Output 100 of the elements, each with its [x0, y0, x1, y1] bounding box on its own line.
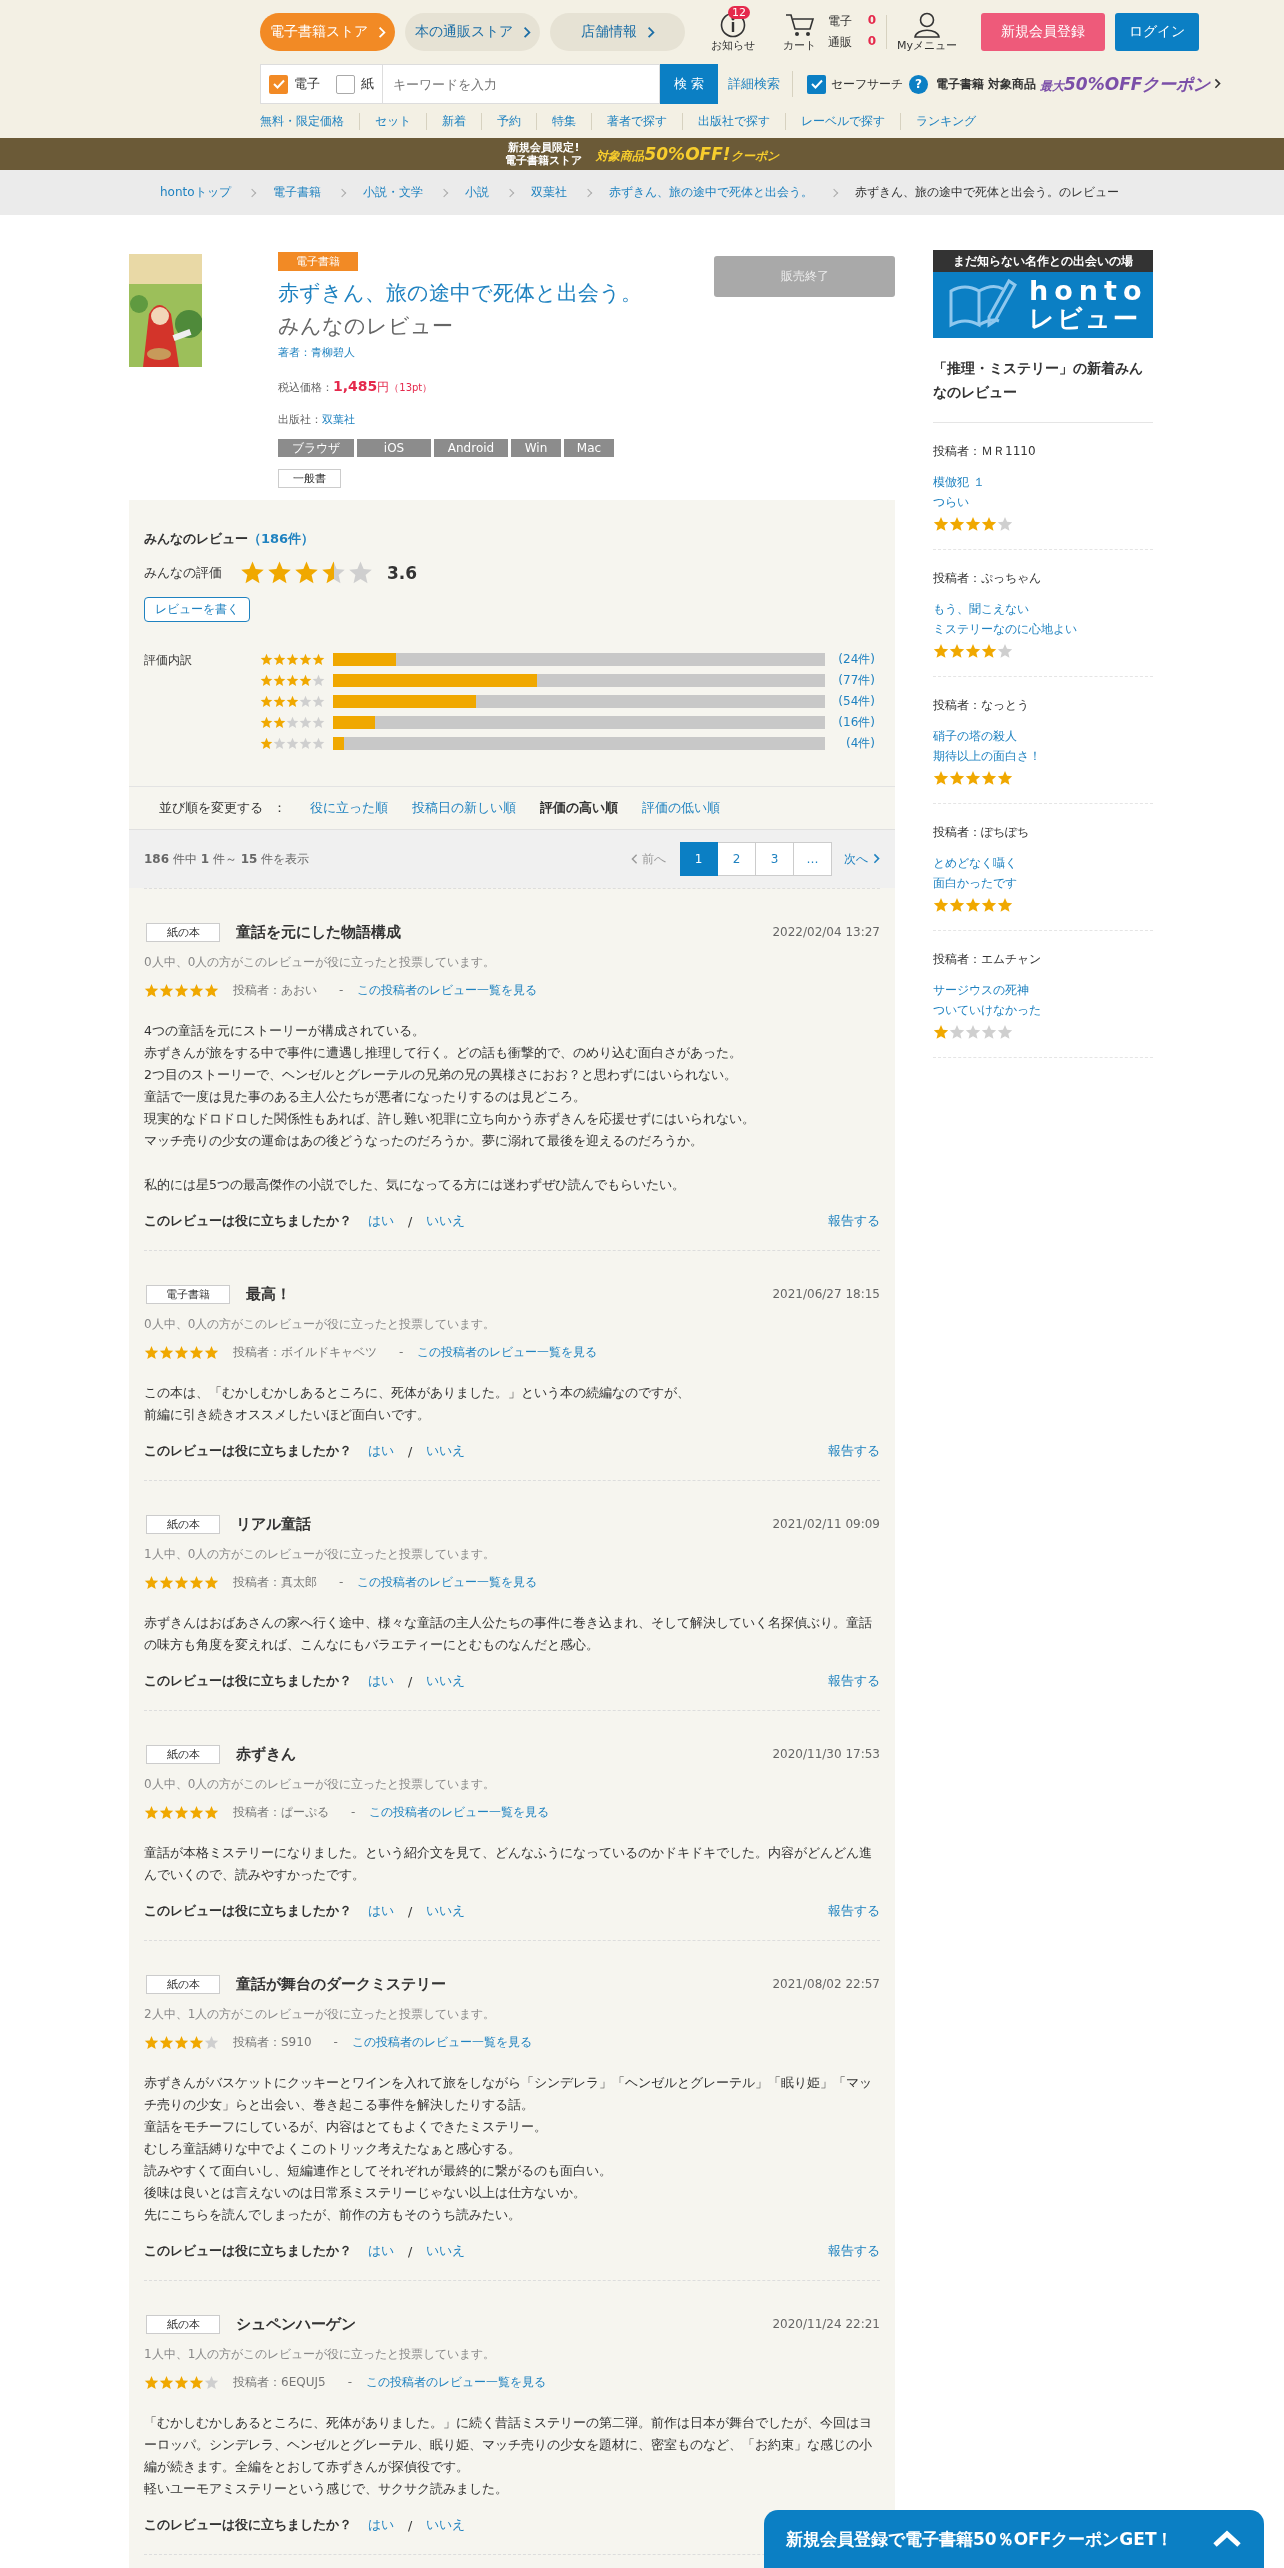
- report-link[interactable]: 報告する: [828, 1902, 880, 1920]
- sidebar-heading: 「推理・ミステリー」の新着みんなのレビュー: [933, 356, 1153, 423]
- review-text: マッチ売りの少女の運命はあの後どうなったのだろうか。夢に溺れて最後を迎えるのだろうか。: [144, 1132, 703, 1150]
- review-text: 「むかしむかしあるところに、死体がありました。」に続く昔話ミステリーの第二弾。前作は日本が舞台でしたが、今回はヨーロッパ。シンデレラ、ヘンゼルとグレーテル、眠り姫、マッチ売りの少女を題材に、密室ものなど、「お約束」な感じの小編が続きます。全編をとおして赤ずきんが探偵役です。: [144, 2414, 873, 2476]
- rating-count[interactable]: (54件): [825, 692, 875, 710]
- no-link[interactable]: いいえ: [426, 2242, 466, 2260]
- yes-link[interactable]: はい: [368, 1672, 394, 1690]
- book-link[interactable]: 模倣犯 １: [933, 475, 985, 489]
- review-date: 2020/11/24 22:21: [772, 2317, 880, 2331]
- promo-label: 新規会員限定!: [507, 141, 581, 154]
- nav-link[interactable]: 新着: [426, 113, 481, 130]
- no-link[interactable]: いいえ: [426, 1212, 466, 1230]
- nav-link[interactable]: セット: [359, 113, 426, 130]
- no-link[interactable]: いいえ: [426, 1672, 466, 1690]
- reviewer-reviews-link[interactable]: この投稿者のレビュー一覧を見る: [417, 1343, 598, 1361]
- report-link[interactable]: 報告する: [828, 1442, 880, 1460]
- rating-count[interactable]: (77件): [825, 671, 875, 689]
- helpful-question: このレビューは役に立ちましたか？: [144, 1902, 352, 1920]
- login-button[interactable]: ログイン: [1115, 13, 1199, 51]
- checkmark-icon: [272, 79, 285, 89]
- nav-link[interactable]: 予約: [481, 113, 536, 130]
- store-tab[interactable]: 店舗情報: [550, 13, 685, 51]
- no-link[interactable]: いいえ: [426, 1902, 466, 1920]
- page-button[interactable]: …: [794, 842, 832, 876]
- register-button[interactable]: 新規会員登録: [981, 13, 1105, 51]
- safe-search-checkbox[interactable]: セーフサーチ: [807, 74, 903, 94]
- sort-option[interactable]: 評価の低い順: [642, 799, 720, 817]
- breadcrumb-link[interactable]: 双葉社: [530, 184, 567, 201]
- review-link[interactable]: 期待以上の面白さ！: [933, 749, 1041, 763]
- reviewer-reviews-link[interactable]: この投稿者のレビュー一覧を見る: [369, 1803, 550, 1821]
- signup-banner[interactable]: 新規会員登録で電子書籍50％OFFクーポンGET！: [764, 2510, 1264, 2568]
- breadcrumb-link[interactable]: hontoトップ: [160, 184, 231, 201]
- coupon-link[interactable]: 電子書籍 対象商品 最大50%OFFクーポン: [936, 72, 1222, 96]
- search-field[interactable]: キーワードを入力: [382, 64, 660, 104]
- search-button[interactable]: 検 索: [660, 64, 718, 104]
- page-button[interactable]: 1: [680, 842, 718, 876]
- sort-option[interactable]: 役に立った順: [310, 799, 388, 817]
- reviewer-reviews-link[interactable]: この投稿者のレビュー一覧を見る: [357, 981, 538, 999]
- author-link[interactable]: 著者：青柳碧人: [278, 346, 355, 359]
- yes-link[interactable]: はい: [368, 2242, 394, 2260]
- advanced-search-link[interactable]: 詳細検索: [728, 75, 780, 93]
- report-link[interactable]: 報告する: [828, 1212, 880, 1230]
- breadcrumb-link[interactable]: 電子書籍: [272, 184, 321, 201]
- yes-link[interactable]: はい: [368, 1442, 394, 1460]
- no-link[interactable]: いいえ: [426, 1442, 466, 1460]
- currency: 円: [377, 379, 390, 396]
- review-link[interactable]: ついていけなかった: [933, 1003, 1041, 1017]
- yes-link[interactable]: はい: [368, 2516, 394, 2534]
- notification-count: 12: [728, 5, 750, 19]
- book-link[interactable]: もう、聞こえない: [933, 602, 1029, 616]
- format-checkbox[interactable]: 電子: [261, 74, 328, 94]
- nav-link[interactable]: 著者で探す: [591, 113, 682, 130]
- rating-count[interactable]: (4件): [825, 734, 875, 752]
- nav-link[interactable]: 無料・限定価格: [260, 113, 359, 130]
- nav-link[interactable]: 出版社で探す: [682, 113, 785, 130]
- sort-option[interactable]: 投稿日の新しい順: [412, 799, 516, 817]
- report-link[interactable]: 報告する: [828, 1672, 880, 1690]
- store-tab[interactable]: 電子書籍ストア: [260, 13, 395, 51]
- rating-count[interactable]: (16件): [825, 713, 875, 731]
- format-checkbox[interactable]: 紙: [328, 74, 382, 94]
- chevron-icon: [377, 25, 386, 39]
- no-link[interactable]: いいえ: [426, 2516, 466, 2534]
- reviewer-reviews-link[interactable]: この投稿者のレビュー一覧を見る: [351, 2033, 532, 2051]
- previous-page-link[interactable]: 前へ: [631, 850, 666, 868]
- write-review-button[interactable]: レビューを書く: [144, 597, 250, 622]
- promo-banner[interactable]: 新規会員限定! 電子書籍ストア 対象商品50%OFF!クーポン: [0, 138, 1284, 170]
- publisher-link[interactable]: 双葉社: [322, 413, 355, 426]
- review-text: 赤ずきんが旅をする中で事件に遭遇し推理して行く。どの話も衝撃的で、のめり込む面白さがあった。: [144, 1044, 742, 1062]
- nav-link[interactable]: レーベルで探す: [785, 113, 900, 130]
- page-button[interactable]: 3: [756, 842, 794, 876]
- rating-count[interactable]: (24件): [825, 650, 875, 668]
- review-count[interactable]: （186件）: [248, 531, 315, 546]
- breadcrumb-link[interactable]: 赤ずきん、旅の途中で死体と出会う。: [608, 184, 813, 201]
- book-link[interactable]: 硝子の塔の殺人: [933, 729, 1017, 743]
- sort-option[interactable]: 評価の高い順: [540, 799, 618, 817]
- review-link[interactable]: 面白かったです: [933, 876, 1017, 890]
- reviewer-reviews-link[interactable]: この投稿者のレビュー一覧を見る: [357, 1573, 538, 1591]
- report-link[interactable]: 報告する: [828, 2242, 880, 2260]
- breadcrumb-link[interactable]: 小説: [464, 184, 489, 201]
- notifications-button[interactable]: 12 お知らせ: [711, 5, 763, 53]
- book-link[interactable]: とめどなく囁く: [933, 856, 1017, 870]
- next-page-link[interactable]: 次へ: [844, 850, 880, 868]
- breadcrumb-link[interactable]: 小説・文学: [362, 184, 423, 201]
- review-link[interactable]: ミステリーなのに心地よい: [933, 622, 1077, 636]
- nav-link[interactable]: 特集: [536, 113, 591, 130]
- yes-link[interactable]: はい: [368, 1902, 394, 1920]
- help-icon[interactable]: ?: [909, 74, 928, 94]
- review-text: 2つ目のストーリーで、ヘンゼルとグレーテルの兄弟の兄の異様さにおお？と思わずにはいられない。: [144, 1066, 737, 1084]
- yes-link[interactable]: はい: [368, 1212, 394, 1230]
- store-tab[interactable]: 本の通販ストア: [405, 13, 540, 51]
- page-button[interactable]: 2: [718, 842, 756, 876]
- nav-link[interactable]: ランキング: [900, 113, 991, 130]
- my-menu-button[interactable]: Myメニュー: [897, 11, 957, 53]
- review-link[interactable]: つらい: [933, 495, 969, 509]
- book-link[interactable]: サージウスの死神: [933, 983, 1029, 997]
- separator-dash: -: [339, 1575, 344, 1589]
- reviewer-reviews-link[interactable]: この投稿者のレビュー一覧を見る: [365, 2373, 546, 2391]
- points: （13pt）: [389, 381, 433, 395]
- cart-button[interactable]: カート: [783, 11, 816, 53]
- vote-summary: 0人中、0人の方がこのレビューが役に立ったと投票しています。: [144, 1776, 497, 1793]
